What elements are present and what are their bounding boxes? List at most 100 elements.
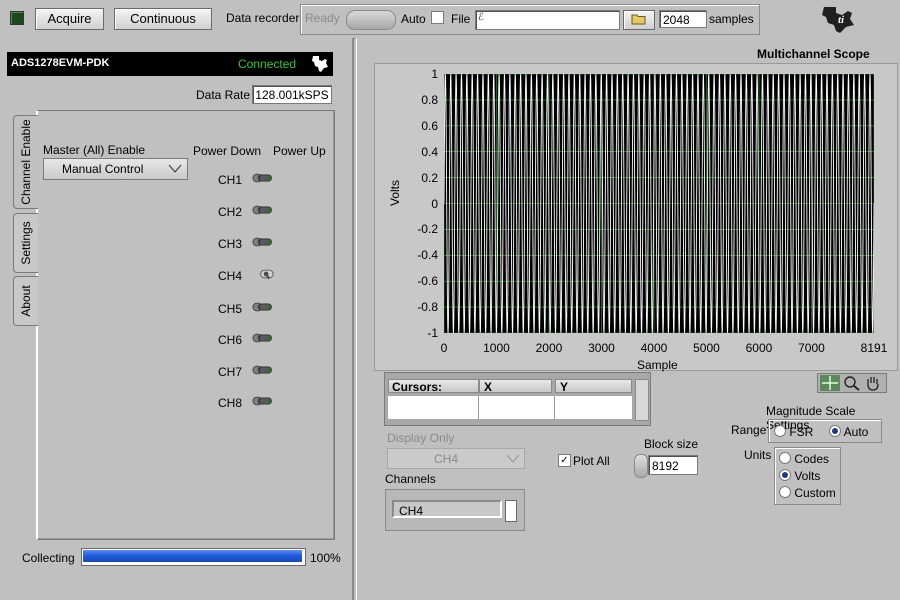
range-label: Range	[731, 423, 767, 437]
x-tick-label: 0	[440, 341, 448, 355]
y-tick-label: 0.8	[421, 92, 438, 107]
collecting-percent: 100%	[310, 551, 341, 565]
svg-text:ti: ti	[838, 14, 845, 26]
tab-channel-enable[interactable]: Channel Enable	[13, 115, 38, 209]
channels-item[interactable]: CH4	[392, 500, 502, 518]
y-tick-label: -0.8	[417, 300, 438, 315]
channels-label: Channels	[385, 472, 436, 486]
collecting-label: Collecting	[22, 551, 75, 565]
file-path-input[interactable]: ℰ	[475, 10, 620, 30]
channel-label: CH2	[218, 205, 243, 219]
x-tick-label: 8191	[860, 341, 888, 355]
data-rate-label: Data Rate	[196, 88, 251, 102]
samples-input[interactable]: 2048	[659, 10, 707, 28]
channel-toggle-ch2[interactable]	[250, 203, 276, 217]
cursors-table[interactable]: Cursors: X Y	[384, 372, 651, 426]
crosshair-cursor-icon[interactable]	[820, 375, 840, 391]
ti-logo-icon	[312, 56, 328, 72]
collecting-progress-fill	[83, 550, 302, 562]
device-header: ADS1278EVM-PDK Connected	[7, 52, 333, 76]
channel-label: CH7	[218, 365, 243, 379]
y-tick-label: -0.2	[417, 222, 438, 237]
y-tick-label: 0.2	[421, 170, 438, 185]
auto-label: Auto	[401, 12, 426, 26]
folder-icon	[631, 14, 646, 25]
channel-toggle-ch5[interactable]	[250, 300, 276, 314]
acquire-button[interactable]: Acquire	[35, 8, 104, 30]
x-tick-label: 3000	[588, 341, 615, 355]
record-slider[interactable]	[346, 10, 396, 30]
path-icon: ℰ	[478, 12, 485, 23]
block-size-input[interactable]: 8192	[648, 455, 698, 475]
graph-palette	[817, 373, 887, 393]
channel-label: CH5	[218, 302, 243, 316]
scope-xlabel: Sample	[637, 358, 678, 372]
y-tick-label: -0.6	[417, 274, 438, 289]
led-indicator-icon	[10, 11, 24, 25]
samples-label: samples	[709, 12, 754, 26]
power-up-label: Power Up	[273, 144, 326, 158]
channel-label: CH6	[218, 333, 243, 347]
master-enable-label: Master (All) Enable	[43, 143, 146, 157]
y-tick-label: 0.4	[421, 144, 438, 159]
units-label: Units	[744, 448, 772, 462]
channel-toggle-ch8[interactable]	[250, 394, 276, 408]
auto-checkbox[interactable]	[431, 11, 444, 24]
display-only-label: Display Only	[387, 431, 455, 445]
tab-about[interactable]: About	[13, 276, 38, 326]
hand-pan-icon[interactable]	[864, 375, 882, 391]
file-label: File	[451, 12, 471, 26]
channel-toggle-ch6[interactable]	[250, 331, 276, 345]
channel-toggle-ch3[interactable]	[250, 235, 276, 249]
x-tick-label: 1000	[483, 341, 510, 355]
cursors-scrollbar[interactable]	[635, 379, 649, 421]
chevron-down-icon	[506, 454, 520, 463]
ti-logo-icon: ti	[822, 7, 854, 33]
units-option-custom[interactable]: Custom	[779, 486, 836, 500]
channels-scroll[interactable]	[505, 500, 517, 522]
tab-settings[interactable]: Settings	[13, 213, 38, 273]
channel-label: CH1	[218, 173, 243, 187]
y-tick-label: -1	[427, 326, 438, 340]
channel-toggle-ch1[interactable]	[250, 171, 276, 185]
y-tick-label: 0	[431, 196, 438, 211]
block-size-stepper[interactable]	[634, 454, 648, 478]
collecting-progress	[81, 548, 306, 566]
scope-plot[interactable]	[444, 74, 874, 333]
continuous-button[interactable]: Continuous	[114, 8, 212, 30]
ready-label: Ready	[305, 11, 340, 25]
channel-toggle-ch4[interactable]	[250, 267, 276, 281]
channels-listbox[interactable]: CH4	[385, 489, 525, 531]
zoom-icon[interactable]	[843, 375, 861, 391]
x-tick-label: 4000	[640, 341, 668, 355]
plot-all-checkbox[interactable]: ✓	[558, 454, 571, 467]
x-tick-label: 5000	[693, 341, 720, 355]
cursors-row[interactable]	[388, 396, 632, 419]
browse-button[interactable]	[623, 10, 655, 30]
units-option-codes[interactable]: Codes	[779, 452, 829, 466]
y-tick-label: 1	[431, 67, 438, 81]
display-only-dropdown: CH4	[387, 448, 525, 469]
range-option-auto[interactable]: Auto	[829, 425, 868, 439]
master-enable-dropdown[interactable]: Manual Control	[43, 158, 188, 180]
units-option-volts[interactable]: Volts	[779, 469, 820, 483]
connection-status: Connected	[238, 57, 297, 71]
x-tick-label: 2000	[535, 341, 563, 355]
range-option-fsr[interactable]: FSR	[774, 425, 813, 439]
power-down-label: Power Down	[193, 144, 262, 158]
device-name: ADS1278EVM-PDK	[11, 57, 110, 69]
chevron-down-icon	[168, 164, 182, 173]
cursors-header-y: Y	[555, 379, 632, 394]
block-size-label: Block size	[644, 437, 699, 451]
channel-toggle-ch7[interactable]	[250, 363, 276, 377]
channel-label: CH8	[218, 396, 243, 410]
data-recorder-label: Data recorder	[226, 11, 300, 25]
y-tick-label: -0.4	[417, 248, 438, 263]
channel-label: CH3	[218, 237, 243, 251]
data-rate-value: 128.001kSPS	[252, 85, 332, 104]
cursors-header-x: X	[479, 379, 552, 394]
cursors-header-cursors: Cursors:	[388, 379, 479, 394]
x-tick-label: 7000	[798, 341, 825, 355]
scope-ylabel: Volts	[388, 179, 402, 206]
scope-title: Multichannel Scope	[757, 47, 870, 61]
